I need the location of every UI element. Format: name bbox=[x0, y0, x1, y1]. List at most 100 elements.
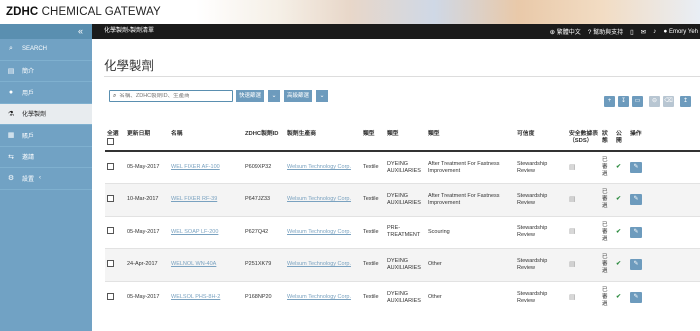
search-input[interactable] bbox=[119, 93, 220, 99]
table-row: 24-Apr-2017 WELNOL WN-40A P251XK79 Welsum T… bbox=[105, 248, 700, 281]
row-checkbox[interactable] bbox=[107, 227, 114, 235]
check-icon: ✔ bbox=[616, 164, 622, 170]
column-header[interactable]: 更新日期 bbox=[125, 129, 169, 152]
status-cell: 已審過 bbox=[600, 280, 614, 314]
top-bar: « 化學製劑 › 製劑清單 ⊕ 繁體中文 ? 幫助與支持 ▯ ✉ ♪ ● Emo… bbox=[0, 24, 700, 39]
disable-icon[interactable]: ⊖ bbox=[649, 96, 660, 107]
column-header[interactable]: 狀態 bbox=[600, 129, 614, 152]
column-header[interactable]: 公開 bbox=[614, 129, 628, 152]
type-cell: Textile bbox=[361, 150, 385, 184]
user-menu[interactable]: ● Emory Yeh bbox=[663, 28, 698, 35]
sidebar-item[interactable]: ● 用戶 bbox=[0, 82, 92, 104]
zdhc-id-cell: P168NP20 bbox=[243, 280, 285, 314]
row-checkbox[interactable] bbox=[107, 292, 114, 300]
zdhc-id-cell: P609XP32 bbox=[243, 150, 285, 184]
sidebar-collapse-icon[interactable]: « bbox=[0, 24, 92, 39]
quick-filter-chevron-down-icon[interactable]: ⌄ bbox=[268, 90, 280, 102]
column-header[interactable]: 製劑生產商 bbox=[285, 129, 361, 152]
status-cell: 已審過 bbox=[600, 215, 614, 249]
breadcrumb: 化學製劑 › 製劑清單 bbox=[104, 24, 154, 39]
name-cell: WEL FIXER RF-39 bbox=[169, 183, 243, 216]
type-cell: Scouring bbox=[426, 215, 515, 249]
manufacturer-link[interactable]: Welsum Technology Corp. bbox=[287, 229, 351, 235]
type-cell: DYEING AUXILIARIES bbox=[385, 183, 426, 216]
breadcrumb-item-list: 製劑清單 bbox=[130, 28, 155, 34]
add-icon[interactable]: + bbox=[604, 96, 615, 107]
chevron-left-icon[interactable]: ‹ bbox=[39, 175, 41, 181]
trust-cell: Stewardship Review bbox=[515, 215, 567, 249]
row-checkbox[interactable] bbox=[107, 162, 114, 170]
edit-icon[interactable]: ✎ bbox=[630, 162, 642, 173]
document-icon[interactable]: ▤ bbox=[569, 228, 576, 235]
type-cell: DYEING AUXILIARIES bbox=[385, 280, 426, 314]
document-icon[interactable]: ▤ bbox=[569, 196, 576, 203]
sidebar-item[interactable]: ▦ 賬戶 bbox=[0, 125, 92, 147]
select-all-header[interactable]: 全選 bbox=[105, 129, 125, 152]
main-content: 化學製劑 ⌕ 快速篩選 ⌄ 高級篩選 ⌄ + ↧ ▭ ⊖ ⌫ ↥ 全選 更新日期… bbox=[92, 39, 700, 331]
flask-icon: ⚗ bbox=[7, 110, 15, 118]
manufacturer-link[interactable]: Welsum Technology Corp. bbox=[287, 261, 351, 267]
date-cell: 05-May-2017 bbox=[125, 215, 169, 249]
product-name-link[interactable]: WEL FIXER RF-39 bbox=[171, 196, 217, 202]
language-selector[interactable]: ⊕ 繁體中文 bbox=[550, 27, 581, 36]
edit-icon[interactable]: ✎ bbox=[630, 194, 642, 206]
archive-icon[interactable]: ▭ bbox=[632, 96, 643, 107]
product-name-link[interactable]: WEL SOAP LF-200 bbox=[171, 229, 218, 235]
brand-logo[interactable]: ZDHC CHEMICAL GATEWAY bbox=[6, 6, 161, 18]
row-select-cell bbox=[105, 150, 125, 184]
user-icon: ● bbox=[8, 88, 14, 96]
public-cell: ✔ bbox=[614, 215, 628, 249]
zdhc-id-cell: P251XK79 bbox=[243, 248, 285, 281]
sidebar-item[interactable]: ⌕ SEARCH bbox=[0, 39, 92, 61]
column-header[interactable]: 名稱 bbox=[169, 129, 243, 152]
bell-icon[interactable]: ♪ bbox=[653, 28, 656, 35]
public-cell: ✔ bbox=[614, 248, 628, 281]
gear-icon: ⚙ bbox=[7, 175, 15, 183]
document-icon[interactable]: ▯ bbox=[630, 28, 634, 36]
chemical-table: 全選 更新日期 名稱 ZDHC製劑ID 製劑生產商 類型 類型 類型 可信度 安… bbox=[105, 129, 700, 314]
advanced-filter-button[interactable]: 高級篩選 bbox=[284, 90, 313, 102]
edit-icon[interactable]: ✎ bbox=[630, 259, 642, 271]
zdhc-id-cell: P647JZ33 bbox=[243, 183, 285, 216]
column-header[interactable]: ZDHC製劑ID bbox=[243, 129, 285, 152]
date-cell: 10-Mar-2017 bbox=[125, 183, 169, 216]
column-header[interactable]: 可信度 bbox=[515, 129, 567, 152]
sidebar-item[interactable]: ⚗ 化學製劑 bbox=[0, 103, 92, 125]
manufacturer-link[interactable]: Welsum Technology Corp. bbox=[287, 164, 351, 170]
manufacturer-cell: Welsum Technology Corp. bbox=[285, 183, 361, 216]
sds-cell: ▤ bbox=[567, 215, 600, 249]
product-name-link[interactable]: WELSOL PHS-8H-2 bbox=[171, 294, 220, 300]
search-icon: ⌕ bbox=[9, 45, 13, 53]
name-cell: WELSOL PHS-8H-2 bbox=[169, 280, 243, 314]
globe-icon: ⊕ bbox=[549, 29, 556, 36]
edit-icon[interactable]: ✎ bbox=[630, 226, 642, 238]
manufacturer-link[interactable]: Welsum Technology Corp. bbox=[287, 294, 351, 300]
manufacturer-link[interactable]: Welsum Technology Corp. bbox=[287, 196, 351, 202]
product-name-link[interactable]: WELNOL WN-40A bbox=[171, 261, 216, 267]
column-header[interactable]: 類型 bbox=[361, 129, 385, 152]
document-icon[interactable]: ▤ bbox=[569, 164, 576, 171]
select-all-checkbox[interactable] bbox=[107, 138, 114, 145]
download-icon[interactable]: ↧ bbox=[618, 96, 629, 107]
document-icon[interactable]: ▤ bbox=[569, 261, 576, 268]
column-header[interactable]: 類型 bbox=[385, 129, 426, 152]
help-link[interactable]: ? 幫助與支持 bbox=[588, 27, 623, 36]
row-checkbox[interactable] bbox=[107, 259, 114, 267]
export-icon[interactable]: ↥ bbox=[680, 96, 691, 107]
sidebar-item[interactable]: ⇆ 邀請 bbox=[0, 147, 92, 168]
advanced-filter-chevron-down-icon[interactable]: ⌄ bbox=[316, 90, 328, 102]
edit-icon[interactable]: ✎ bbox=[630, 292, 642, 303]
quick-filter-button[interactable]: 快速篩選 bbox=[236, 90, 265, 102]
sidebar-item[interactable]: ▤ 簡介 bbox=[0, 61, 92, 82]
search-field[interactable]: ⌕ bbox=[109, 90, 233, 102]
document-icon[interactable]: ▤ bbox=[569, 294, 576, 301]
product-name-link[interactable]: WEL FIXER AF-100 bbox=[171, 164, 220, 170]
delete-icon[interactable]: ⌫ bbox=[663, 96, 674, 107]
type-cell: Other bbox=[426, 280, 515, 314]
breadcrumb-item-chemicals[interactable]: 化學製劑 bbox=[104, 24, 128, 39]
sidebar-item[interactable]: ⚙ 設置 ‹ bbox=[0, 168, 92, 190]
mail-icon[interactable]: ✉ bbox=[641, 28, 646, 36]
row-checkbox[interactable] bbox=[107, 194, 114, 202]
sidebar-item-label: 簡介 bbox=[22, 69, 35, 76]
column-header[interactable]: 類型 bbox=[426, 129, 515, 152]
